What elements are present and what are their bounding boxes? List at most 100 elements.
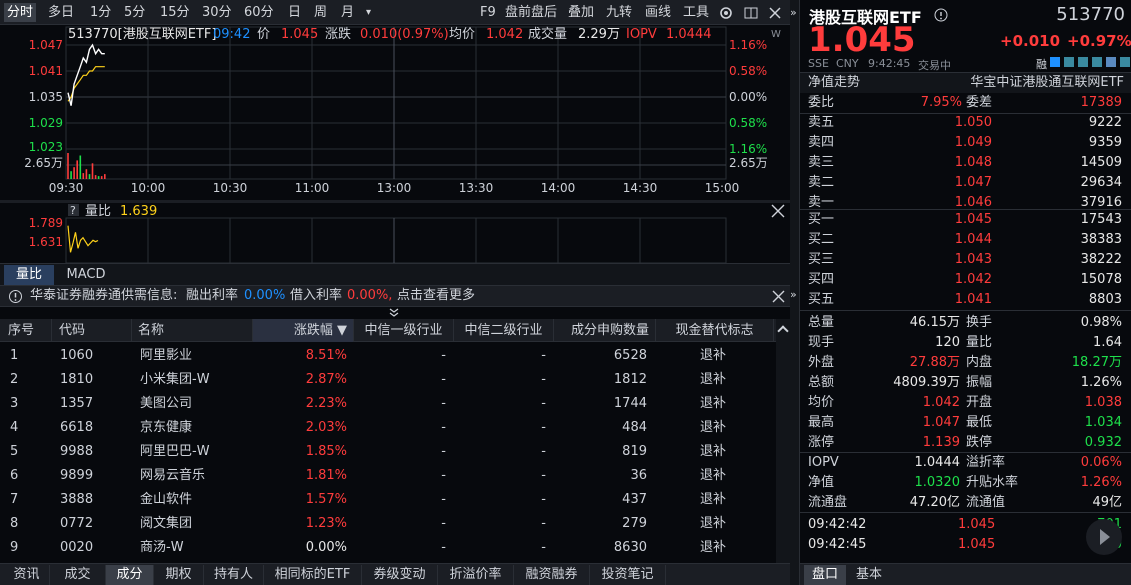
- collapse-right-icon[interactable]: »: [790, 6, 797, 19]
- tab-news[interactable]: 资讯: [4, 565, 50, 585]
- table-row[interactable]: 3 1357 美图公司 2.23% - - 1744 退补: [0, 392, 790, 416]
- stat-value: 4809.39万: [893, 375, 960, 390]
- asks-level[interactable]: 卖四 1.049 9359: [800, 133, 1131, 153]
- bids-level[interactable]: 买三 1.043 38222: [800, 250, 1131, 270]
- tab-same-etf[interactable]: 相同标的ETF: [264, 565, 362, 585]
- bids-level[interactable]: 买一 1.045 17543: [800, 210, 1131, 230]
- asks-level[interactable]: 卖二 1.047 29634: [800, 173, 1131, 193]
- col-index[interactable]: 序号: [0, 319, 52, 342]
- asks-level[interactable]: 卖五 1.050 9222: [800, 113, 1131, 133]
- asks-level-volume: 14509: [1080, 155, 1122, 170]
- gear-icon[interactable]: [718, 5, 734, 21]
- table-row[interactable]: 8 0772 阅文集团 1.23% - - 279 退补: [0, 512, 790, 536]
- margin-info-bar[interactable]: 华泰证券融券通供需信息: 融出利率 0.00% 借入利率 0.00%, 点击查看…: [0, 285, 790, 307]
- table-row[interactable]: 5 9988 阿里巴巴-W 1.85% - - 819 退补: [0, 440, 790, 464]
- overlay-button[interactable]: 叠加: [568, 3, 594, 22]
- col-name[interactable]: 名称: [132, 319, 253, 342]
- tab-trades[interactable]: 成交: [50, 565, 106, 585]
- time-tick: 15:00: [705, 181, 740, 195]
- draw-button[interactable]: 画线: [645, 3, 671, 22]
- row-industry-1: -: [441, 444, 446, 459]
- chart-code-name: 513770[港股互联网ETF]: [68, 27, 216, 42]
- tab-share-changes[interactable]: 券级变动: [362, 565, 438, 585]
- close-icon[interactable]: [771, 204, 785, 218]
- pre-post-button[interactable]: 盘前盘后: [505, 3, 557, 22]
- stat-row: 最高 1.047 最低 1.034: [800, 413, 1131, 433]
- tab-5min[interactable]: 5分: [124, 3, 145, 22]
- volume-bar: [91, 163, 94, 179]
- tick-play-button[interactable]: [1086, 519, 1122, 555]
- col-quantity[interactable]: 成分申购数量: [554, 319, 656, 342]
- row-industry-2: -: [541, 420, 546, 435]
- row-cash-flag: 退补: [700, 468, 727, 483]
- tab-15min[interactable]: 15分: [160, 3, 190, 22]
- badge-icon: [1078, 57, 1088, 67]
- bids-level[interactable]: 买四 1.042 15078: [800, 270, 1131, 290]
- tools-button[interactable]: 工具: [683, 3, 709, 22]
- bids-level[interactable]: 买二 1.044 38383: [800, 230, 1131, 250]
- table-row[interactable]: 2 1810 小米集团-W 2.87% - - 1812 退补: [0, 368, 790, 392]
- stat-label: 振幅: [966, 375, 993, 390]
- bids-level[interactable]: 买五 1.041 8803: [800, 290, 1131, 310]
- row-industry-1: -: [441, 540, 446, 555]
- f9-button[interactable]: F9: [480, 3, 496, 22]
- row-industry-1: -: [441, 516, 446, 531]
- stat-row: 流通盘 47.20亿 流通值 49亿: [800, 493, 1131, 513]
- col-cash-flag[interactable]: 现金替代标志: [656, 319, 774, 342]
- table-row[interactable]: 9 0020 商汤-W 0.00% - - 8630 退补: [0, 536, 790, 560]
- tab-holders[interactable]: 持有人: [204, 565, 264, 585]
- tab-margin[interactable]: 融资融券: [514, 565, 590, 585]
- table-row[interactable]: 6 9899 网易云音乐 1.81% - - 36 退补: [0, 464, 790, 488]
- chart-avg-label: 均价: [449, 27, 475, 42]
- split-view-icon[interactable]: [743, 5, 759, 21]
- price-change-pct: +0.97%: [1067, 32, 1131, 50]
- tab-basic[interactable]: 基本: [848, 565, 890, 585]
- stat-value: 0.06%: [1080, 455, 1122, 470]
- tab-macd[interactable]: MACD: [56, 265, 116, 285]
- col-industry-2[interactable]: 中信二级行业: [454, 319, 554, 342]
- close-icon[interactable]: [772, 290, 785, 303]
- col-industry-1[interactable]: 中信一级行业: [354, 319, 454, 342]
- asks-level-price: 1.047: [954, 175, 992, 190]
- tab-day[interactable]: 日: [288, 3, 301, 22]
- tab-notes[interactable]: 投资笔记: [590, 565, 666, 585]
- app-root: 分时 多日 1分 5分 15分 30分 60分 日 周 月 ▾ F9 盘前盘后 …: [0, 0, 1131, 585]
- close-icon[interactable]: [767, 5, 783, 21]
- tab-options[interactable]: 期权: [154, 565, 204, 585]
- tab-premium[interactable]: 折溢价率: [438, 565, 514, 585]
- pct-tick: 0.00%: [729, 90, 767, 104]
- nav-trend-link[interactable]: 净值走势: [808, 73, 860, 93]
- tab-week[interactable]: 周: [314, 3, 327, 22]
- table-scrollbar[interactable]: [776, 319, 790, 563]
- security-code: 513770: [1056, 4, 1125, 25]
- info-more-link[interactable]: 点击查看更多: [397, 286, 475, 306]
- expand-chevron-icon[interactable]: [387, 307, 401, 319]
- time-tick: 10:30: [213, 181, 248, 195]
- table-row[interactable]: 4 6618 京东健康 2.03% - - 484 退补: [0, 416, 790, 440]
- tab-timeshare[interactable]: 分时: [4, 3, 37, 22]
- table-row[interactable]: 7 3888 金山软件 1.57% - - 437 退补: [0, 488, 790, 512]
- tab-multiday[interactable]: 多日: [48, 3, 74, 22]
- col-code[interactable]: 代码: [52, 319, 132, 342]
- col-change-pct[interactable]: 涨跌幅 ▼: [253, 319, 354, 342]
- tab-60min[interactable]: 60分: [244, 3, 274, 22]
- table-row[interactable]: 1 1060 阿里影业 8.51% - - 6528 退补: [0, 344, 790, 368]
- tab-volume-ratio[interactable]: 量比: [4, 265, 54, 285]
- stat-value: 0.98%: [1080, 315, 1122, 330]
- weicha-value: 17389: [1080, 95, 1122, 110]
- tab-constituents[interactable]: 成分: [106, 565, 154, 585]
- asks-level[interactable]: 卖三 1.048 14509: [800, 153, 1131, 173]
- row-code: 9988: [60, 444, 94, 459]
- collapse-right-icon-2[interactable]: »: [790, 288, 797, 301]
- tab-30min[interactable]: 30分: [202, 3, 232, 22]
- scroll-up-icon[interactable]: [777, 325, 789, 337]
- nine-turn-button[interactable]: 九转: [606, 3, 632, 22]
- period-dropdown-icon[interactable]: ▾: [366, 3, 371, 22]
- badge-icon: [1050, 57, 1060, 67]
- tab-orderbook[interactable]: 盘口: [804, 565, 846, 585]
- tab-1min[interactable]: 1分: [90, 3, 111, 22]
- info-icon[interactable]: [934, 8, 948, 22]
- stat-label: 总量: [808, 315, 835, 330]
- bids-level-volume: 38222: [1080, 252, 1122, 267]
- tab-month[interactable]: 月: [341, 3, 354, 22]
